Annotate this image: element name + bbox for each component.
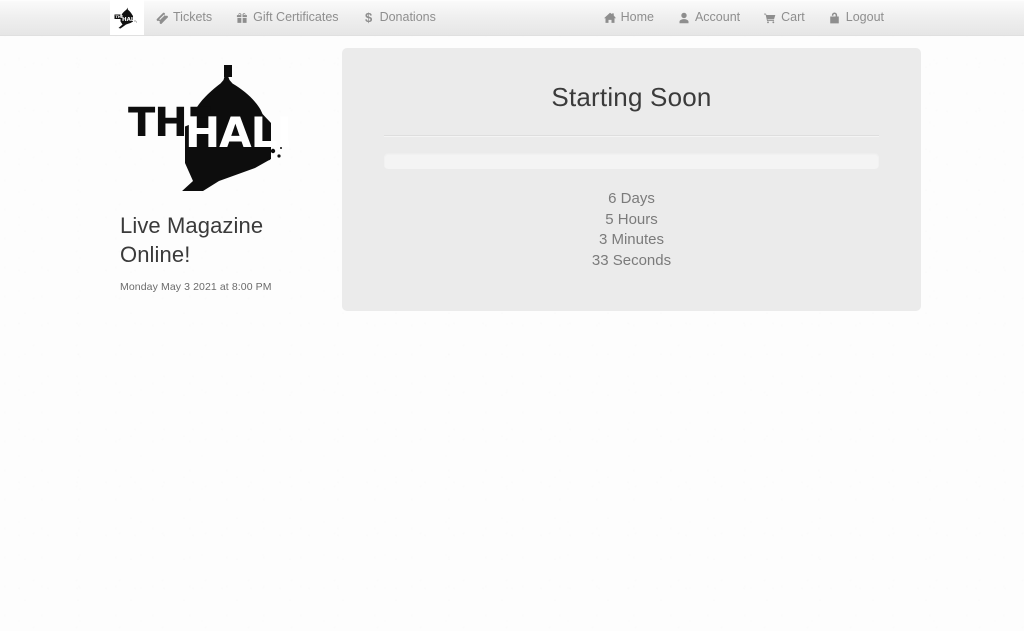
nav-item-tickets[interactable]: Tickets (144, 0, 224, 35)
countdown-seconds: 33 Seconds (591, 251, 672, 269)
nav-item-label: Donations (379, 10, 436, 25)
starting-soon-panel: Starting Soon 6 Days 5 Hours 3 Minutes 3… (342, 48, 921, 311)
svg-text:HALL: HALL (122, 17, 138, 23)
nav-item-logout[interactable]: Logout (817, 0, 896, 35)
nav-item-home[interactable]: Home (592, 0, 666, 35)
nav-item-cart[interactable]: Cart (752, 0, 817, 35)
nav-item-gift-certificates[interactable]: Gift Certificates (224, 0, 350, 35)
panel-divider (384, 135, 879, 137)
nav-item-label: Cart (781, 10, 805, 25)
cart-icon (764, 12, 776, 24)
gift-icon (236, 12, 248, 24)
event-logo: THE HALL (122, 62, 290, 192)
page-content: THE HALL Live Magazine Online! Monday Ma… (0, 36, 1024, 311)
navbar-right-menu: Home Account Cart Logout (592, 0, 1024, 35)
user-icon (678, 12, 690, 24)
nav-item-label: Account (694, 10, 741, 25)
ticket-icon (156, 12, 168, 24)
nav-item-account[interactable]: Account (666, 0, 752, 35)
countdown-days: 6 Days (608, 190, 655, 207)
navbar-left-menu: Tickets Gift Certificates $ Donations (144, 0, 448, 35)
navbar-inner: THE HALL Tickets Gift Certificates $ Don… (0, 0, 1024, 35)
nav-item-label: Home (620, 10, 654, 25)
panel-title: Starting Soon (551, 82, 712, 112)
hall-logo-icon: THE HALL (114, 6, 140, 30)
dollar-icon: $ (364, 10, 373, 25)
nav-item-label: Tickets (173, 10, 213, 25)
brand-logo-link[interactable]: THE HALL (110, 0, 144, 35)
hall-logo-large-icon: THE HALL (123, 63, 289, 191)
nav-item-label: Gift Certificates (253, 10, 339, 25)
countdown-progress-bar (384, 153, 879, 169)
event-title: Live Magazine Online! (120, 213, 264, 267)
countdown-minutes: 3 Minutes (598, 231, 665, 248)
top-navbar: THE HALL Tickets Gift Certificates $ Don… (0, 0, 1024, 36)
countdown-timer: 6 Days 5 Hours 3 Minutes 33 Seconds (384, 189, 879, 271)
lock-icon (829, 12, 841, 24)
home-icon (603, 12, 616, 24)
event-date: Monday May 3 2021 at 8:00 PM (120, 281, 272, 294)
event-info-column: THE HALL Live Magazine Online! Monday Ma… (120, 48, 320, 293)
countdown-hours: 5 Hours (605, 210, 658, 228)
nav-item-label: Logout (845, 10, 884, 25)
nav-item-donations[interactable]: $ Donations (351, 0, 448, 35)
